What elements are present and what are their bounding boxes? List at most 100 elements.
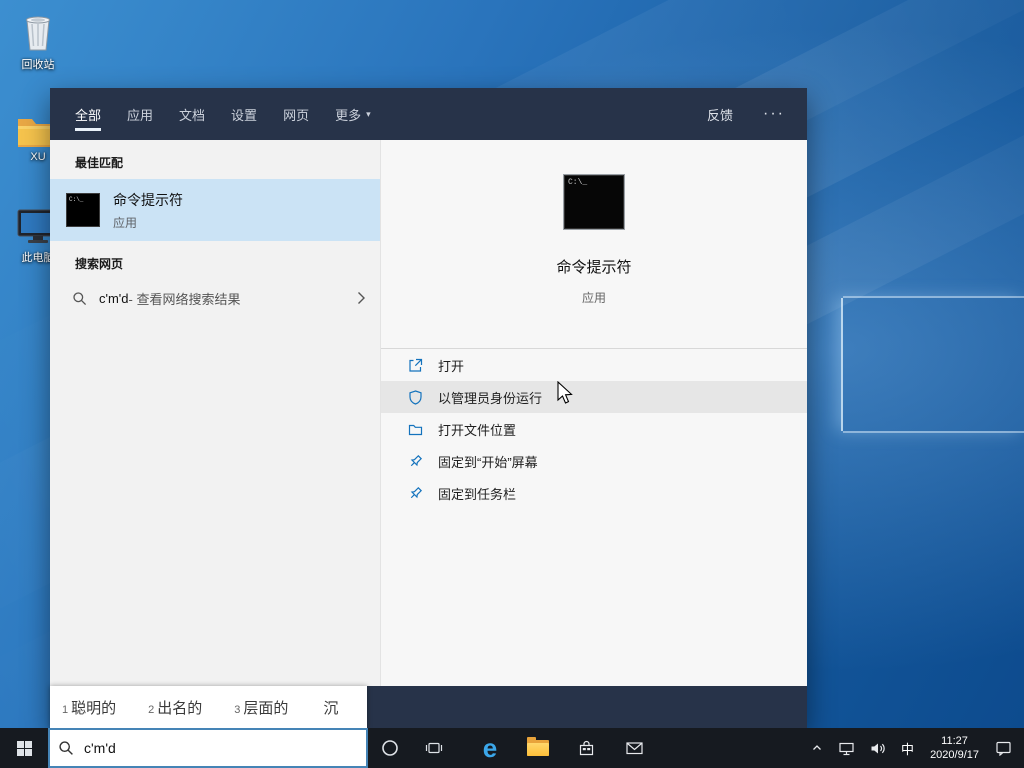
tab-more[interactable]: 更多 ▾	[335, 88, 371, 140]
windows-logo-icon	[16, 740, 32, 756]
preview-section: C:\_ 命令提示符 应用	[381, 140, 807, 306]
speaker-icon	[871, 743, 885, 753]
ime-candidate-window: 1 聪明的 2 出名的 3 层面的 沉	[50, 686, 367, 728]
ime-candidate-4[interactable]: 沉	[320, 697, 338, 718]
search-input[interactable]	[82, 739, 358, 757]
file-explorer-icon	[527, 737, 549, 756]
context-actions: 打开 以管理员身份运行 打开文件位置 固定到“开始”屏幕 固定到任务栏	[381, 349, 807, 509]
search-tabs: 全部 应用 文档 设置 网页 更多 ▾	[50, 88, 397, 140]
candidate-text: 层面的	[243, 699, 289, 717]
desktop-icon-recycle-bin[interactable]: 回收站	[5, 9, 71, 72]
tab-label: 全部	[75, 107, 102, 123]
mail-button[interactable]	[610, 728, 658, 768]
search-body: 最佳匹配 C:\_ 命令提示符 应用 搜索网页 c'm'd - 查看网络搜索结果	[50, 140, 807, 686]
action-center-button[interactable]	[988, 728, 1024, 768]
chevron-up-icon	[813, 745, 822, 750]
tab-label: 文档	[179, 107, 206, 123]
cmd-icon-large: C:\_	[563, 174, 625, 230]
candidate-text: 出名的	[157, 699, 203, 717]
network-monitor-icon	[839, 742, 854, 755]
open-icon	[407, 357, 424, 374]
candidate-number: 1	[62, 703, 69, 716]
action-pin-to-taskbar[interactable]: 固定到任务栏	[381, 477, 807, 509]
pin-icon	[407, 453, 424, 470]
ime-mode-indicator[interactable]: 中	[894, 728, 921, 768]
candidate-number: 2	[148, 703, 155, 716]
taskbar: 中 11:27 2020/9/17	[0, 728, 1024, 768]
action-center-icon	[996, 741, 1011, 756]
ime-candidate-3[interactable]: 3 层面的	[234, 697, 288, 718]
web-search-query: c'm'd	[99, 290, 129, 306]
tab-label: 更多	[335, 107, 362, 123]
action-label: 打开文件位置	[438, 422, 517, 438]
action-run-as-admin[interactable]: 以管理员身份运行	[381, 381, 807, 413]
action-pin-to-start[interactable]: 固定到“开始”屏幕	[381, 445, 807, 477]
web-search-suffix: - 查看网络搜索结果	[128, 291, 241, 307]
search-preview-pane: C:\_ 命令提示符 应用 打开 以管理员身份运行 打开文件位置 固定到“开始”…	[380, 140, 807, 686]
volume-button[interactable]	[862, 728, 894, 768]
candidate-text: 聪明的	[71, 699, 117, 717]
folder-icon	[407, 421, 424, 438]
taskbar-clock[interactable]: 11:27 2020/9/17	[921, 734, 988, 762]
microsoft-store-button[interactable]	[562, 728, 610, 768]
system-tray: 中 11:27 2020/9/17	[803, 728, 1024, 768]
candidate-text: 沉	[323, 699, 339, 717]
tab-web[interactable]: 网页	[283, 88, 309, 140]
ime-candidate-1[interactable]: 1 聪明的	[62, 697, 116, 718]
chevron-right-icon	[357, 291, 366, 305]
chevron-down-icon: ▾	[366, 108, 371, 119]
network-button[interactable]	[831, 728, 862, 768]
feedback-button[interactable]: 反馈	[707, 105, 733, 124]
action-label: 固定到任务栏	[438, 486, 517, 502]
admin-shield-icon	[407, 389, 424, 406]
tab-documents[interactable]: 文档	[179, 88, 205, 140]
search-header-right: 反馈 ···	[707, 88, 807, 140]
pin-icon	[407, 485, 424, 502]
wallpaper-window-logo	[841, 296, 1024, 433]
start-button[interactable]	[0, 728, 48, 768]
tab-label: 设置	[231, 107, 258, 123]
clock-date: 2020/9/17	[930, 749, 979, 761]
best-match-text: 命令提示符 应用	[113, 190, 183, 231]
candidate-number: 3	[234, 703, 241, 716]
store-bag-icon	[579, 740, 593, 755]
best-match-title: 命令提示符	[113, 191, 183, 208]
search-icon	[72, 291, 87, 306]
search-header: 全部 应用 文档 设置 网页 更多 ▾ 反馈 ···	[50, 88, 807, 140]
tab-all[interactable]: 全部	[75, 88, 102, 140]
cmd-icon: C:\_	[66, 193, 100, 227]
edge-icon[interactable]	[466, 728, 514, 768]
task-view-button[interactable]	[412, 728, 456, 768]
tab-label: 网页	[283, 107, 310, 123]
tab-apps[interactable]: 应用	[127, 88, 153, 140]
best-match-subtitle: 应用	[113, 215, 138, 230]
action-label: 以管理员身份运行	[438, 390, 543, 406]
best-match-result-cmd[interactable]: C:\_ 命令提示符 应用	[50, 179, 380, 241]
taskbar-search-box[interactable]	[48, 728, 368, 768]
task-view-icon	[425, 742, 443, 754]
search-flyout: 全部 应用 文档 设置 网页 更多 ▾ 反馈 ··· 最佳匹配 C:\_ 命令提…	[50, 88, 807, 728]
tab-settings[interactable]: 设置	[231, 88, 257, 140]
action-open-file-location[interactable]: 打开文件位置	[381, 413, 807, 445]
preview-title: 命令提示符	[556, 259, 632, 276]
search-icon	[58, 740, 74, 756]
more-options-icon[interactable]: ···	[763, 105, 785, 123]
file-explorer-button[interactable]	[514, 728, 562, 768]
mail-envelope-icon	[625, 742, 643, 755]
web-search-result[interactable]: c'm'd - 查看网络搜索结果	[50, 280, 380, 316]
ime-candidate-2[interactable]: 2 出名的	[148, 697, 202, 718]
clock-time: 11:27	[941, 735, 968, 747]
action-label: 打开	[438, 358, 465, 374]
hidden-icons-button[interactable]	[803, 728, 831, 768]
recycle-bin-icon	[5, 9, 71, 53]
desktop-icon-label: 回收站	[21, 59, 55, 71]
cortana-button[interactable]	[368, 728, 412, 768]
web-search-header: 搜索网页	[75, 257, 124, 271]
tab-label: 应用	[127, 107, 154, 123]
search-results-pane: 最佳匹配 C:\_ 命令提示符 应用 搜索网页 c'm'd - 查看网络搜索结果	[50, 140, 380, 686]
best-match-header: 最佳匹配	[75, 156, 124, 170]
cortana-circle-icon	[382, 740, 398, 756]
preview-subtitle: 应用	[581, 291, 606, 305]
action-label: 固定到“开始”屏幕	[438, 454, 538, 470]
action-open[interactable]: 打开	[381, 349, 807, 381]
